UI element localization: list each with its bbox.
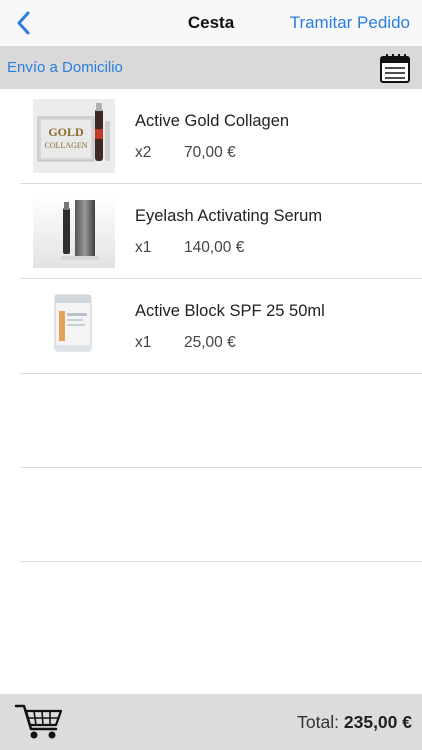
empty-row (20, 374, 422, 468)
product-image-gold-collagen: GOLD COLLAGEN (33, 99, 115, 173)
checkout-button[interactable]: Tramitar Pedido (290, 13, 410, 33)
cart-item[interactable]: GOLD COLLAGEN Active Gold Collagen x2 70… (20, 89, 422, 184)
product-image-eyelash-serum (33, 194, 115, 268)
item-name: Active Gold Collagen (135, 112, 290, 130)
cart-item[interactable]: Eyelash Activating Serum x1 140,00 € (20, 184, 422, 279)
item-quantity: x2 (135, 144, 152, 161)
item-price: 70,00 € (184, 144, 236, 161)
calendar-icon (380, 54, 410, 83)
delivery-bar: Envío a Domicilio (0, 46, 422, 89)
product-image-active-block (33, 289, 115, 363)
item-quantity: x1 (135, 334, 152, 351)
app-screen: Cesta Tramitar Pedido Envío a Domicilio (0, 0, 422, 750)
empty-row (20, 468, 422, 562)
cart-button[interactable] (14, 703, 64, 741)
cart-item[interactable]: Active Block SPF 25 50ml x1 25,00 € (20, 279, 422, 374)
total-bar: Total: 235,00 € (0, 694, 422, 750)
item-name: Eyelash Activating Serum (135, 207, 323, 225)
total-label: Total: (297, 712, 339, 732)
svg-text:GOLD: GOLD (48, 125, 84, 139)
calendar-button[interactable] (379, 52, 411, 84)
cart-item-list: GOLD COLLAGEN Active Gold Collagen x2 70… (0, 89, 422, 562)
item-name: Active Block SPF 25 50ml (135, 302, 325, 320)
item-price: 25,00 € (184, 334, 236, 351)
navigation-bar: Cesta Tramitar Pedido (0, 0, 422, 46)
item-price: 140,00 € (184, 239, 245, 256)
svg-text:COLLAGEN: COLLAGEN (44, 141, 87, 150)
item-quantity: x1 (135, 239, 152, 256)
shopping-cart-icon (14, 704, 63, 739)
order-total: Total: 235,00 € (297, 712, 412, 733)
total-value: 235,00 € (343, 712, 412, 732)
delivery-method-link[interactable]: Envío a Domicilio (7, 59, 123, 76)
